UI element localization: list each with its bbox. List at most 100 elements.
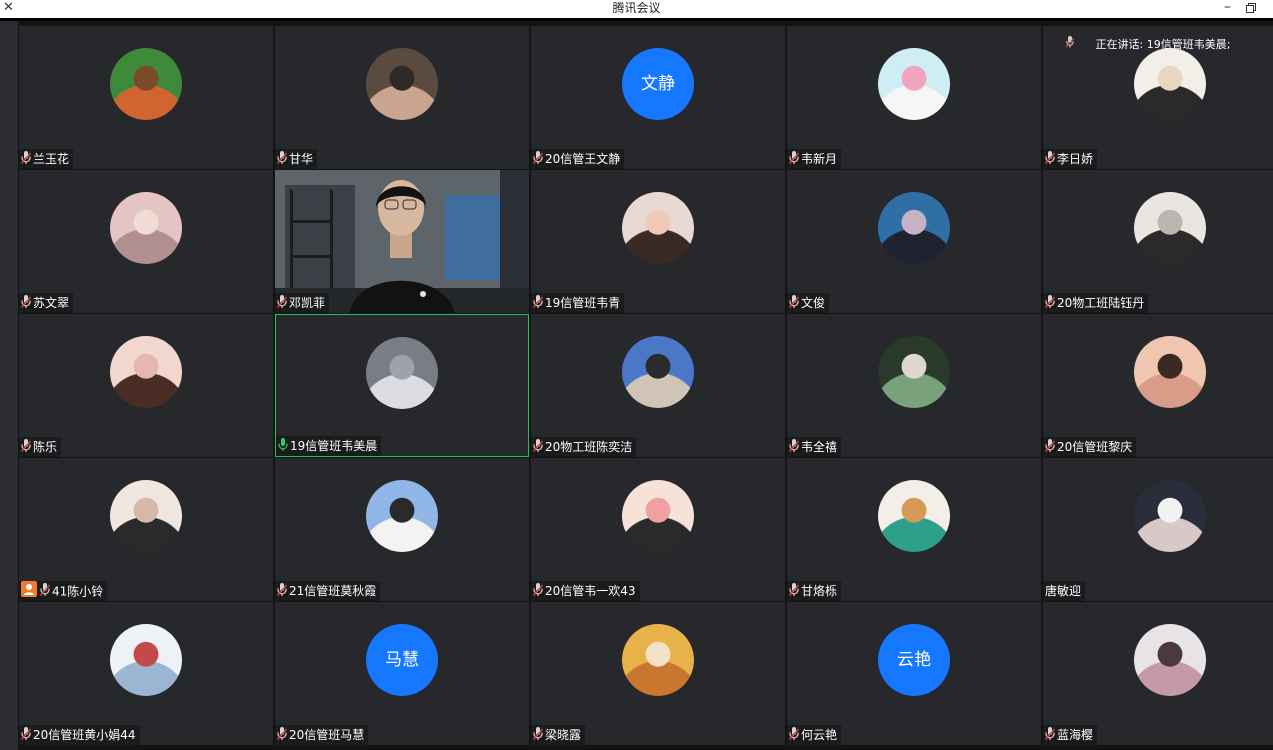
mic-muted-icon — [20, 150, 32, 170]
participant-tile[interactable]: 陈乐 — [19, 314, 273, 457]
avatar — [878, 336, 950, 408]
participant-name: 梁晓露 — [545, 728, 582, 742]
avatar: 云艳 — [878, 624, 950, 696]
participant-tile[interactable]: 云艳 何云艳 — [787, 602, 1041, 745]
participant-name: 21信管班莫秋霞 — [289, 584, 377, 598]
participant-name-bar: 甘华 — [275, 149, 318, 170]
speaking-indicator: 正在讲话: 19信管班韦美晨; — [1065, 36, 1231, 54]
mic-muted-icon — [1044, 438, 1056, 458]
participant-tile[interactable]: 文俊 — [787, 170, 1041, 313]
participant-name-bar: 李日娇 — [1043, 149, 1098, 170]
participant-tile[interactable]: 兰玉花 — [19, 26, 273, 169]
participant-name: 20物工班陆钰丹 — [1057, 296, 1145, 310]
participant-name: 20信管王文静 — [545, 152, 621, 166]
participant-name-bar: 韦全禧 — [787, 437, 842, 458]
participant-name: 19信管班韦美晨 — [290, 439, 378, 453]
avatar — [1134, 336, 1206, 408]
participant-tile[interactable]: 唐敏迎 — [1043, 458, 1273, 601]
participant-name-bar: 41陈小铃 — [19, 581, 108, 601]
participant-tile[interactable]: 20信管班黎庆 — [1043, 314, 1273, 457]
mic-muted-icon — [1044, 726, 1056, 746]
participant-tile[interactable]: 蓝海樱 — [1043, 602, 1273, 745]
avatar — [878, 48, 950, 120]
participant-name-bar: 苏文翠 — [19, 293, 74, 314]
restore-icon[interactable] — [1246, 3, 1256, 13]
mic-muted-icon — [20, 726, 32, 746]
participant-tile[interactable]: 甘烙栎 — [787, 458, 1041, 601]
participant-name: 蓝海樱 — [1057, 728, 1094, 742]
mic-muted-icon — [532, 294, 544, 314]
avatar — [110, 48, 182, 120]
mic-muted-icon — [788, 726, 800, 746]
mic-muted-icon — [532, 438, 544, 458]
participant-name-bar: 唐敏迎 — [1043, 581, 1086, 601]
participant-name: 20信管班马慧 — [289, 728, 365, 742]
participant-tile[interactable]: 马慧 20信管班马慧 — [275, 602, 529, 745]
avatar — [366, 337, 438, 409]
title-bar: ✕ 腾讯会议 – — [0, 0, 1273, 18]
participant-name: 邓凯菲 — [289, 296, 326, 310]
participant-name-bar: 19信管班韦美晨 — [276, 436, 382, 456]
avatar — [1134, 624, 1206, 696]
participant-name-bar: 蓝海樱 — [1043, 725, 1098, 746]
participant-name-bar: 20信管班黄小娟44 — [19, 725, 140, 745]
mic-muted-icon — [276, 582, 288, 602]
participant-tile[interactable]: 41陈小铃 — [19, 458, 273, 601]
avatar: 文静 — [622, 48, 694, 120]
participant-name-bar: 兰玉花 — [19, 149, 74, 170]
avatar — [622, 624, 694, 696]
participant-tile[interactable]: 韦全禧 — [787, 314, 1041, 457]
participant-name: 20物工班陈奕洁 — [545, 440, 633, 454]
participant-name: 兰玉花 — [33, 152, 70, 166]
participant-name-bar: 20物工班陆钰丹 — [1043, 293, 1149, 314]
participant-name: 19信管班韦青 — [545, 296, 621, 310]
mic-muted-icon — [788, 150, 800, 170]
participant-tile[interactable]: 文静 20信管王文静 — [531, 26, 785, 169]
mic-muted-icon — [788, 438, 800, 458]
speaking-name: 19信管班韦美晨; — [1146, 38, 1231, 51]
avatar — [1134, 192, 1206, 264]
participant-name: 20信管韦一欢43 — [545, 584, 636, 598]
participant-name-bar: 21信管班莫秋霞 — [275, 581, 381, 602]
mic-muted-icon — [1044, 294, 1056, 314]
participant-tile[interactable]: 20物工班陈奕洁 — [531, 314, 785, 457]
participant-name-bar: 邓凯菲 — [275, 293, 330, 313]
participant-tile[interactable]: 甘华 — [275, 26, 529, 169]
minimize-icon[interactable]: – — [1224, 0, 1231, 14]
participant-name: 20信管班黎庆 — [1057, 440, 1133, 454]
participant-tile[interactable]: 20物工班陆钰丹 — [1043, 170, 1273, 313]
participant-tile[interactable]: 21信管班莫秋霞 — [275, 458, 529, 601]
avatar — [110, 480, 182, 552]
participant-name: 李日娇 — [1057, 152, 1094, 166]
participant-tile[interactable]: 20信管韦一欢43 — [531, 458, 785, 601]
speaking-prefix: 正在讲话: — [1095, 38, 1144, 51]
participant-name-bar: 韦新月 — [787, 149, 842, 170]
participant-name: 陈乐 — [33, 440, 58, 454]
participant-name-bar: 20信管王文静 — [531, 149, 625, 170]
participant-tile[interactable]: 邓凯菲 — [275, 170, 529, 313]
participant-tile[interactable]: 20信管班黄小娟44 — [19, 602, 273, 745]
participant-name-bar: 20信管韦一欢43 — [531, 581, 640, 601]
avatar — [366, 480, 438, 552]
avatar — [110, 624, 182, 696]
left-panel-edge — [0, 21, 18, 750]
participant-name-bar: 20信管班黎庆 — [1043, 437, 1137, 458]
avatar — [878, 192, 950, 264]
avatar — [622, 192, 694, 264]
participant-tile[interactable]: 19信管班韦青 — [531, 170, 785, 313]
participant-tile[interactable]: 梁晓露 — [531, 602, 785, 745]
participant-tile[interactable]: 韦新月 — [787, 26, 1041, 169]
avatar — [110, 192, 182, 264]
mic-muted-icon — [276, 150, 288, 170]
participant-name: 韦新月 — [801, 152, 838, 166]
mic-muted-icon — [20, 294, 32, 314]
mic-muted-icon — [532, 150, 544, 170]
participant-name-bar: 20物工班陈奕洁 — [531, 437, 637, 458]
avatar — [366, 48, 438, 120]
window-title: 腾讯会议 — [612, 1, 661, 15]
mic-muted-icon — [788, 294, 800, 314]
mic-muted-icon — [1044, 150, 1056, 170]
participant-tile[interactable]: 苏文翠 — [19, 170, 273, 313]
mic-muted-icon — [276, 726, 288, 746]
participant-tile[interactable]: 19信管班韦美晨 — [275, 314, 529, 457]
